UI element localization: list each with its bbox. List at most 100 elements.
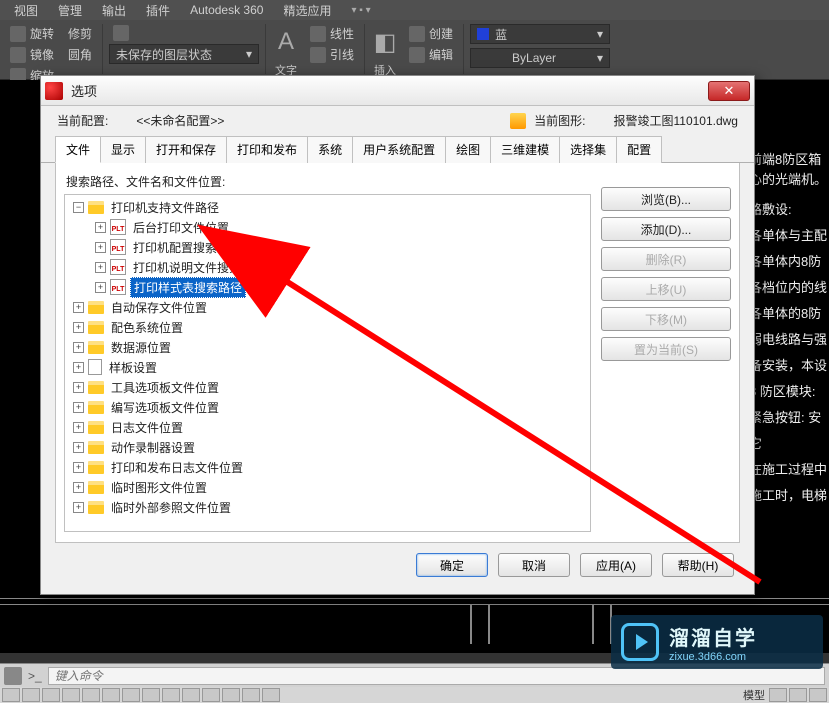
tab-user-prefs[interactable]: 用户系统配置 xyxy=(352,136,446,163)
statusbar-button[interactable] xyxy=(82,688,100,702)
menu-output[interactable]: 输出 xyxy=(92,0,136,21)
statusbar-button[interactable] xyxy=(142,688,160,702)
tab-3d-modeling[interactable]: 三维建模 xyxy=(490,136,560,163)
menu-plugins[interactable]: 插件 xyxy=(136,0,180,21)
statusbar-button[interactable] xyxy=(769,688,787,702)
tree-node-author-palette[interactable]: +编写选项板文件位置 xyxy=(67,397,588,417)
tab-open-save[interactable]: 打开和保存 xyxy=(145,136,227,163)
tree-node-template[interactable]: +样板设置 xyxy=(67,357,588,377)
insert-big-icon[interactable]: ◧ xyxy=(371,24,399,60)
help-button[interactable]: 帮助(H) xyxy=(662,553,734,577)
tab-files[interactable]: 文件 xyxy=(55,136,101,163)
tab-system[interactable]: 系统 xyxy=(307,136,353,163)
statusbar-button[interactable] xyxy=(242,688,260,702)
tree-node-printer-config[interactable]: +PLT打印机配置搜索路径 xyxy=(67,237,588,257)
ok-button[interactable]: 确定 xyxy=(416,553,488,577)
statusbar-button[interactable] xyxy=(182,688,200,702)
ribbon-mirror[interactable]: 镜像 xyxy=(6,45,58,64)
expand-icon[interactable]: + xyxy=(73,462,84,473)
tree-node-printer-desc[interactable]: +PLT打印机说明文件搜索路径 xyxy=(67,257,588,277)
ribbon-separator xyxy=(463,24,464,74)
expand-icon[interactable]: + xyxy=(95,242,106,253)
moveup-button[interactable]: 上移(U) xyxy=(601,277,731,301)
tree-node-autosave[interactable]: +自动保存文件位置 xyxy=(67,297,588,317)
command-handle-icon[interactable] xyxy=(4,667,22,685)
statusbar-button[interactable] xyxy=(222,688,240,702)
expand-icon[interactable]: + xyxy=(73,342,84,353)
ribbon-fillet[interactable]: 圆角 xyxy=(64,45,96,64)
statusbar-button[interactable] xyxy=(809,688,827,702)
statusbar-button[interactable] xyxy=(122,688,140,702)
tree-node-printer-support[interactable]: −打印机支持文件路径 xyxy=(67,197,588,217)
ribbon-create[interactable]: 创建 xyxy=(405,24,457,43)
expand-icon[interactable]: + xyxy=(73,382,84,393)
tab-selection[interactable]: 选择集 xyxy=(559,136,617,163)
model-space-label[interactable]: 模型 xyxy=(741,687,767,703)
tab-drafting[interactable]: 绘图 xyxy=(445,136,491,163)
add-button[interactable]: 添加(D)... xyxy=(601,217,731,241)
leader-icon xyxy=(310,47,326,63)
ribbon-edit[interactable]: 编辑 xyxy=(405,45,457,64)
tab-profiles[interactable]: 配置 xyxy=(616,136,662,163)
menu-dropdown-icon[interactable]: ▾ ▪ ▾ xyxy=(341,3,380,18)
menu-featured[interactable]: 精选应用 xyxy=(273,0,341,21)
ribbon-leader[interactable]: 引线 xyxy=(306,45,358,64)
menu-autodesk360[interactable]: Autodesk 360 xyxy=(180,1,273,19)
expand-icon[interactable]: + xyxy=(95,282,106,293)
tree-node-datasource[interactable]: +数据源位置 xyxy=(67,337,588,357)
expand-icon[interactable]: + xyxy=(73,442,84,453)
statusbar-button[interactable] xyxy=(22,688,40,702)
ribbon-linear[interactable]: 线性 xyxy=(306,24,358,43)
dialog-titlebar[interactable]: 选项 ✕ xyxy=(41,76,754,106)
ribbon-rotate[interactable]: 旋转 xyxy=(6,24,58,43)
tree-node-action-rec[interactable]: +动作录制器设置 xyxy=(67,437,588,457)
menu-view[interactable]: 视图 xyxy=(4,0,48,21)
statusbar-button[interactable] xyxy=(202,688,220,702)
color-combo[interactable]: 蓝▾ xyxy=(470,24,610,44)
statusbar-button[interactable] xyxy=(102,688,120,702)
browse-button[interactable]: 浏览(B)... xyxy=(601,187,731,211)
menu-manage[interactable]: 管理 xyxy=(48,0,92,21)
tree-node-log[interactable]: +日志文件位置 xyxy=(67,417,588,437)
tree-node-plot-style[interactable]: +PLT打印样式表搜索路径 xyxy=(67,277,588,297)
text-big-icon[interactable]: A xyxy=(272,24,300,60)
expand-icon[interactable]: + xyxy=(95,262,106,273)
tree-node-temp-xref[interactable]: +临时外部参照文件位置 xyxy=(67,497,588,517)
tree-node-plot-log[interactable]: +打印和发布日志文件位置 xyxy=(67,457,588,477)
watermark-url: zixue.3d66.com xyxy=(669,651,757,663)
expand-icon[interactable]: + xyxy=(73,302,84,313)
tree-node-colorbook[interactable]: +配色系统位置 xyxy=(67,317,588,337)
cancel-button[interactable]: 取消 xyxy=(498,553,570,577)
expand-icon[interactable]: + xyxy=(73,502,84,513)
collapse-icon[interactable]: − xyxy=(73,202,84,213)
statusbar-button[interactable] xyxy=(62,688,80,702)
expand-icon[interactable]: + xyxy=(73,402,84,413)
file-tree[interactable]: −打印机支持文件路径 +PLT后台打印文件位置 +PLT打印机配置搜索路径 +P… xyxy=(64,194,591,532)
statusbar-button[interactable] xyxy=(789,688,807,702)
tab-plot-publish[interactable]: 打印和发布 xyxy=(226,136,308,163)
setcurrent-button[interactable]: 置为当前(S) xyxy=(601,337,731,361)
layer-state-combo[interactable]: 未保存的图层状态▾ xyxy=(109,44,259,64)
apply-button[interactable]: 应用(A) xyxy=(580,553,652,577)
close-button[interactable]: ✕ xyxy=(708,81,750,101)
rotate-icon xyxy=(10,26,26,42)
command-input[interactable] xyxy=(48,667,825,685)
layer-icon[interactable] xyxy=(113,25,129,41)
expand-icon[interactable]: + xyxy=(73,422,84,433)
statusbar-button[interactable] xyxy=(162,688,180,702)
expand-icon[interactable]: + xyxy=(73,482,84,493)
expand-icon[interactable]: + xyxy=(95,222,106,233)
tree-node-tool-palette[interactable]: +工具选项板文件位置 xyxy=(67,377,588,397)
tab-display[interactable]: 显示 xyxy=(100,136,146,163)
lineweight-combo[interactable]: ByLayer▾ xyxy=(470,48,610,68)
movedown-button[interactable]: 下移(M) xyxy=(601,307,731,331)
remove-button[interactable]: 删除(R) xyxy=(601,247,731,271)
tree-node-spool[interactable]: +PLT后台打印文件位置 xyxy=(67,217,588,237)
statusbar-button[interactable] xyxy=(42,688,60,702)
expand-icon[interactable]: + xyxy=(73,322,84,333)
statusbar-button[interactable] xyxy=(2,688,20,702)
expand-icon[interactable]: + xyxy=(73,362,84,373)
tree-node-temp-dwg[interactable]: +临时图形文件位置 xyxy=(67,477,588,497)
ribbon-trim[interactable]: 修剪 xyxy=(64,24,96,43)
statusbar-button[interactable] xyxy=(262,688,280,702)
